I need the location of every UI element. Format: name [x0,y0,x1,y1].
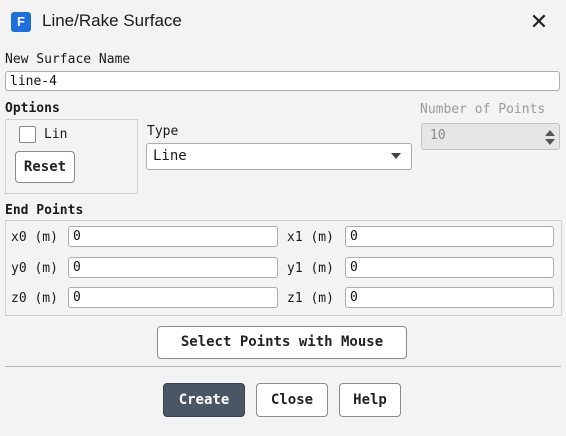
number-of-points-label: Number of Points [420,102,546,117]
number-of-points-spinner[interactable]: 10 [421,123,560,150]
end-points-label: End Points [5,203,84,218]
close-button[interactable]: Close [256,383,328,417]
create-button[interactable]: Create [163,383,245,417]
type-select[interactable]: Line [146,143,412,170]
y1-label: y1 (m) [287,261,334,276]
type-selected-value: Line [153,148,187,164]
z0-input[interactable] [68,287,278,308]
y1-input[interactable] [345,257,554,278]
z0-label: z0 (m) [11,291,58,306]
select-points-with-mouse-button[interactable]: Select Points with Mouse [157,326,407,359]
lin-checkbox[interactable] [19,126,36,143]
y0-input[interactable] [68,257,278,278]
z1-label: z1 (m) [287,291,334,306]
z1-input[interactable] [345,287,554,308]
spin-up-icon[interactable] [545,130,555,136]
close-window-icon[interactable]: ✕ [522,8,556,38]
title-bar: F Line/Rake Surface ✕ [0,0,566,46]
surface-name-label: New Surface Name [5,52,131,67]
window-title: Line/Rake Surface [42,11,182,30]
help-button[interactable]: Help [339,383,401,417]
x0-label: x0 (m) [11,230,58,245]
options-label: Options [5,101,60,116]
footer-separator [5,366,561,367]
surface-name-input[interactable] [5,71,560,91]
lin-checkbox-label: Lin [44,127,68,142]
chevron-down-icon [391,153,401,159]
spin-down-icon[interactable] [545,139,555,145]
type-label: Type [147,124,179,139]
x1-input[interactable] [345,226,554,247]
reset-button[interactable]: Reset [15,151,75,183]
app-icon: F [11,12,31,32]
x0-input[interactable] [68,226,278,247]
y0-label: y0 (m) [11,261,58,276]
number-of-points-value: 10 [430,128,446,143]
x1-label: x1 (m) [287,230,334,245]
